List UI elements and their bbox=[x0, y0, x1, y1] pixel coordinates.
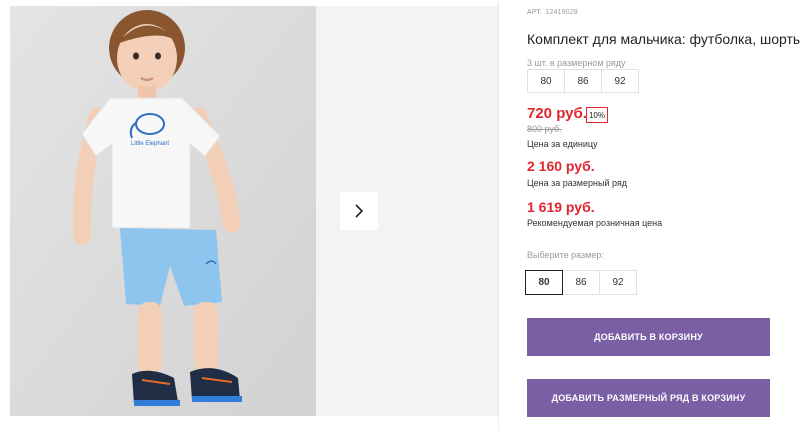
old-price: 800 руб. bbox=[527, 124, 562, 134]
choose-size-label: Выберите размер: bbox=[527, 250, 604, 260]
product-sku: АРТ. 12419028 bbox=[527, 9, 581, 16]
size-option-86[interactable]: 86 bbox=[562, 270, 600, 295]
retail-price: 1 619 руб. bbox=[527, 199, 595, 215]
add-size-row-to-cart-button[interactable]: ДОБАВИТЬ РАЗМЕРНЫЙ РЯД В КОРЗИНУ bbox=[527, 379, 770, 417]
unit-price-label: Цена за единицу bbox=[527, 139, 598, 149]
size-row-item: 80 bbox=[527, 69, 565, 93]
size-row-item: 86 bbox=[564, 69, 602, 93]
chevron-right-icon bbox=[355, 204, 364, 218]
add-to-cart-button[interactable]: ДОБАВИТЬ В КОРЗИНУ bbox=[527, 318, 770, 356]
product-title: Комплект для мальчика: футболка, шорты bbox=[527, 31, 800, 47]
size-row-label: 3 шт. в размерном ряду bbox=[527, 58, 626, 68]
unit-price: 720 руб. bbox=[527, 105, 587, 122]
size-row-price-label: Цена за размерный ряд bbox=[527, 178, 628, 188]
size-picker: 80 86 92 bbox=[525, 270, 637, 295]
size-option-92[interactable]: 92 bbox=[599, 270, 637, 295]
tshirt-print-text: Little Elephant bbox=[131, 141, 169, 147]
sku-label: АРТ. bbox=[527, 9, 543, 16]
size-option-80[interactable]: 80 bbox=[525, 270, 563, 295]
product-photo[interactable]: Little Elephant bbox=[10, 6, 316, 416]
size-row-price: 2 160 руб. bbox=[527, 158, 595, 174]
child-outfit-illustration: Little Elephant bbox=[10, 6, 316, 416]
sku-value: 12419028 bbox=[545, 9, 579, 16]
column-divider bbox=[498, 0, 499, 430]
gallery-next-button[interactable] bbox=[340, 192, 378, 230]
product-gallery: Little Elephant bbox=[10, 6, 498, 416]
size-row-list: 80 86 92 bbox=[527, 69, 639, 93]
size-row-item: 92 bbox=[601, 69, 639, 93]
retail-price-label: Рекомендуемая розничная цена bbox=[527, 218, 663, 228]
discount-badge: 10% bbox=[586, 107, 608, 123]
